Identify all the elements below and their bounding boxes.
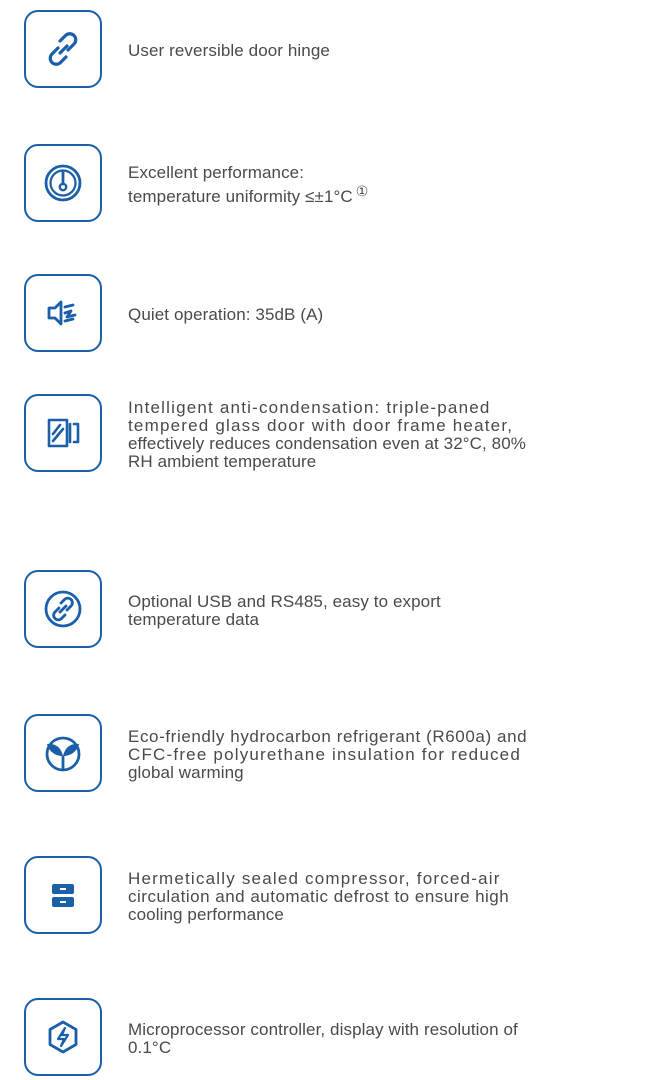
feature-text-line: cooling performance xyxy=(128,905,284,924)
icon-box xyxy=(24,144,102,222)
feature-text-line: temperature data xyxy=(128,610,260,629)
feature-text: Quiet operation: 35dB (A) xyxy=(128,306,648,324)
feature-text-line: effectively reduces condensation even at… xyxy=(128,434,527,453)
feature-text: Hermetically sealed compressor, forced-a… xyxy=(128,870,648,924)
icon-box xyxy=(24,998,102,1076)
feature-item-eco-friendly: Eco-friendly hydrocarbon refrigerant (R6… xyxy=(24,714,644,796)
footnote-marker: ① xyxy=(355,183,369,199)
icon-box xyxy=(24,274,102,352)
feature-text-line: Excellent performance: xyxy=(128,163,305,182)
feature-text-line: Quiet operation: 35dB (A) xyxy=(128,305,324,324)
compressor-icon xyxy=(40,872,86,918)
feature-text-line: Intelligent anti-condensation: triple-pa… xyxy=(128,398,491,417)
feature-text-line: Hermetically sealed compressor, forced-a… xyxy=(128,869,501,888)
feature-text: Eco-friendly hydrocarbon refrigerant (R6… xyxy=(128,728,648,782)
link-circle-icon xyxy=(40,586,86,632)
lightning-hexagon-icon xyxy=(40,1014,86,1060)
glass-door-icon xyxy=(40,410,86,456)
feature-text-line: User reversible door hinge xyxy=(128,41,330,60)
feature-text-line: RH ambient temperature xyxy=(128,452,317,471)
feature-item-microprocessor: Microprocessor controller, display with … xyxy=(24,998,644,1080)
icon-box xyxy=(24,10,102,88)
feature-text-line-content: temperature uniformity ≤±1°C xyxy=(128,187,353,206)
feature-text: User reversible door hinge xyxy=(128,42,648,60)
feature-text: Optional USB and RS485, easy to export t… xyxy=(128,593,648,629)
speaker-sound-icon xyxy=(40,290,86,336)
feature-item-performance: Excellent performance: temperature unifo… xyxy=(24,144,644,226)
icon-box xyxy=(24,394,102,472)
feature-text-line: CFC-free polyurethane insulation for red… xyxy=(128,745,521,764)
thermometer-gauge-icon xyxy=(40,160,86,206)
feature-item-compressor: Hermetically sealed compressor, forced-a… xyxy=(24,856,644,938)
feature-text-line: temperature uniformity ≤±1°C ① xyxy=(128,182,648,206)
icon-box xyxy=(24,856,102,934)
feature-text: Intelligent anti-condensation: triple-pa… xyxy=(128,399,648,471)
icon-box xyxy=(24,570,102,648)
feature-text-line: circulation and automatic defrost to ens… xyxy=(128,887,510,906)
feature-item-reversible-hinge: User reversible door hinge xyxy=(24,10,644,92)
feature-text: Excellent performance: temperature unifo… xyxy=(128,164,648,206)
feature-text-line: Optional USB and RS485, easy to export xyxy=(128,592,441,611)
feature-item-usb-rs485: Optional USB and RS485, easy to export t… xyxy=(24,570,644,652)
feature-text-line: Microprocessor controller, display with … xyxy=(128,1020,518,1039)
feature-text-line: tempered glass door with door frame heat… xyxy=(128,416,514,435)
feature-item-quiet-operation: Quiet operation: 35dB (A) xyxy=(24,274,644,356)
feature-item-anti-condensation: Intelligent anti-condensation: triple-pa… xyxy=(24,394,644,476)
icon-box xyxy=(24,714,102,792)
link-icon xyxy=(40,26,86,72)
feature-text-line: global warming xyxy=(128,763,244,782)
feature-text-line: 0.1°C xyxy=(128,1038,172,1057)
feature-text: Microprocessor controller, display with … xyxy=(128,1021,648,1057)
feature-text-line: Eco-friendly hydrocarbon refrigerant (R6… xyxy=(128,727,528,746)
eco-leaf-icon xyxy=(40,730,86,776)
